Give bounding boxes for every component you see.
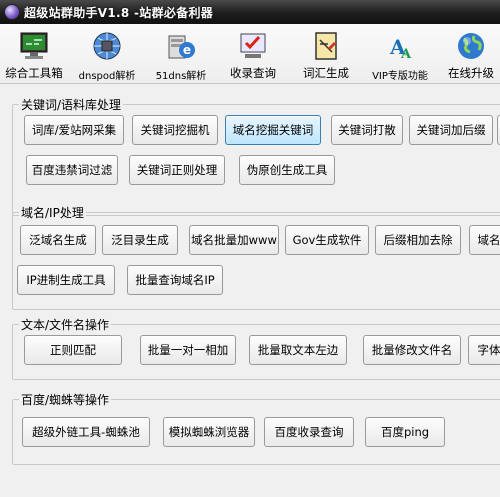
aa-icon: A A [389, 35, 412, 62]
btn-batch-text-left[interactable]: 批量取文本左边 [249, 335, 347, 365]
toolbar-item-dnspod[interactable]: dnspod解析 [70, 28, 144, 84]
btn-word-collect[interactable]: 词库/爱站网采集 [24, 115, 124, 145]
svg-text:A: A [400, 47, 412, 62]
btn-spider-browser[interactable]: 模拟蜘蛛浏览器 [163, 417, 255, 447]
btn-batch-domain-ip[interactable]: 批量查询域名IP [127, 265, 223, 295]
btn-spider-pool[interactable]: 超级外链工具-蜘蛛池 [22, 417, 150, 447]
btn-suffix-add-remove[interactable]: 后缀相加去除 [375, 225, 461, 255]
btn-wildcard-domain[interactable]: 泛域名生成 [20, 225, 96, 255]
group-title: 百度/蜘蛛等操作 [19, 391, 112, 408]
btn-batch-rename-files[interactable]: 批量修改文件名 [363, 335, 461, 365]
btn-keyword-suffix[interactable]: 关键词加后缀 [409, 115, 493, 145]
globe-icon [458, 33, 484, 59]
group-domain-ip: 域名/IP处理 泛域名生成 泛目录生成 域名批量加www Gov生成软件 后缀相… [12, 204, 500, 310]
btn-regex-match[interactable]: 正则匹配 [24, 335, 122, 365]
svg-text:e: e [183, 43, 191, 57]
monitor-icon [20, 32, 48, 59]
main-panel: 关键词/语料库处理 词库/爱站网采集 关键词挖掘机 域名挖掘关键词 关键词打散 … [0, 84, 500, 497]
toolbar-item-label: 收录查询 [230, 66, 276, 80]
toolbar-item-label: VIP专版功能 [372, 71, 428, 82]
btn-font-partial[interactable]: 字体 [468, 335, 500, 365]
toolbar-item-online-upgrade[interactable]: 在线升级 [442, 28, 500, 84]
btn-domain-keyword-miner[interactable]: 域名挖掘关键词 [225, 115, 321, 145]
network-icon [93, 32, 121, 60]
btn-keyword-miner[interactable]: 关键词挖掘机 [132, 115, 218, 145]
btn-baidu-ping[interactable]: 百度ping [365, 417, 445, 447]
btn-keyword-regex[interactable]: 关键词正则处理 [129, 155, 225, 185]
btn-batch-one-to-one[interactable]: 批量一对一相加 [140, 335, 236, 365]
group-title: 关键词/语料库处理 [19, 96, 124, 113]
ie-server-icon: e [168, 35, 195, 59]
app-logo-icon [4, 4, 20, 20]
btn-baidu-index-query[interactable]: 百度收录查询 [264, 417, 354, 447]
group-title: 文本/文件名操作 [19, 316, 112, 333]
group-text-file: 文本/文件名操作 正则匹配 批量一对一相加 批量取文本左边 批量修改文件名 字体 [12, 316, 500, 380]
btn-pseudo-original[interactable]: 伪原创生成工具 [239, 155, 335, 185]
toolbar-item-label: 综合工具箱 [5, 66, 63, 80]
btn-baidu-banned-filter[interactable]: 百度违禁词过滤 [26, 155, 118, 185]
group-baidu-spider: 百度/蜘蛛等操作 超级外链工具-蜘蛛池 模拟蜘蛛浏览器 百度收录查询 百度pin… [12, 391, 500, 465]
notepad-icon [315, 32, 337, 60]
btn-ip-radix-tool[interactable]: IP进制生成工具 [17, 265, 115, 295]
toolbar-item-label: 51dns解析 [155, 71, 207, 82]
toolbar-item-label: dnspod解析 [78, 71, 136, 82]
btn-wildcard-directory[interactable]: 泛目录生成 [102, 225, 178, 255]
toolbar-item-label: 在线升级 [448, 66, 494, 80]
toolbar-item-toolbox[interactable]: 综合工具箱 [0, 28, 68, 84]
window-title: 超级站群助手V1.8 -站群必备利器 [24, 6, 214, 20]
toolbar-item-word-gen[interactable]: 词汇生成 [294, 28, 358, 84]
btn-domain-add-www[interactable]: 域名批量加www [189, 225, 279, 255]
btn-domain-partial[interactable]: 域名 [469, 225, 500, 255]
toolbar-item-vip[interactable]: A A VIP专版功能 [362, 28, 438, 84]
btn-gov-generator[interactable]: Gov生成软件 [285, 225, 369, 255]
title-bar: 超级站群助手V1.8 -站群必备利器 [0, 0, 500, 24]
group-title: 域名/IP处理 [19, 204, 86, 221]
group-keywords: 关键词/语料库处理 词库/爱站网采集 关键词挖掘机 域名挖掘关键词 关键词打散 … [12, 96, 500, 216]
checkmark-screen-icon [240, 33, 266, 58]
btn-keyword-shuffle[interactable]: 关键词打散 [331, 115, 403, 145]
toolbar-item-index-query[interactable]: 收录查询 [222, 28, 284, 84]
toolbar-item-label: 词汇生成 [303, 66, 349, 80]
toolbar: 综合工具箱 dnspod解析 e 51dns解析 收录查询 词汇生成 A A V… [0, 24, 500, 84]
toolbar-item-51dns[interactable]: e 51dns解析 [146, 28, 216, 84]
